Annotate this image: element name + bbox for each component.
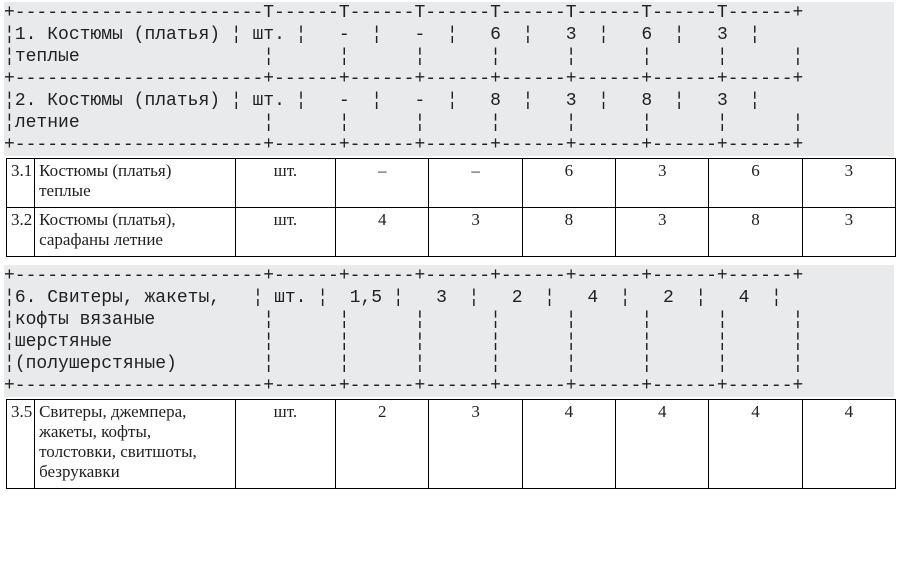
cell: 3 bbox=[429, 400, 522, 489]
table-row: ¦летние ¦ ¦ ¦ ¦ ¦ ¦ ¦ ¦ bbox=[4, 113, 803, 133]
cell: 4 bbox=[739, 288, 750, 308]
table-row: 3.2 Костюмы (платья),сарафаны летние шт.… bbox=[7, 208, 896, 257]
cell: 4 bbox=[336, 208, 429, 257]
cell: 2 bbox=[512, 288, 523, 308]
row-num: 3.2 bbox=[7, 208, 35, 257]
cell: - bbox=[339, 25, 350, 45]
cell: - bbox=[415, 91, 426, 111]
cell: 4 bbox=[587, 288, 598, 308]
cell: 3 bbox=[429, 208, 522, 257]
row-name-cont: летние bbox=[15, 113, 80, 133]
divider-line: +-----------------------+------+------+-… bbox=[4, 266, 803, 286]
row-name: Костюмы (платья) bbox=[47, 91, 220, 111]
row-name: Свитеры, жакеты, bbox=[47, 288, 220, 308]
cell: 8 bbox=[522, 208, 615, 257]
cell: 3 bbox=[566, 25, 577, 45]
table-row: ¦6. Свитеры, жакеты, ¦ шт. ¦ 1,5 ¦ 3 ¦ 2… bbox=[4, 288, 782, 308]
divider-line: +-----------------------+------+------+-… bbox=[4, 69, 803, 89]
cell: 4 bbox=[802, 400, 895, 489]
row-unit: шт. bbox=[252, 25, 284, 45]
cell: 3 bbox=[616, 208, 709, 257]
cell: 4 bbox=[616, 400, 709, 489]
cell: 6 bbox=[490, 25, 501, 45]
table-row: 3.1 Костюмы (платья)теплые шт. – – 6 3 6… bbox=[7, 159, 896, 208]
row-name-cont: теплые bbox=[15, 47, 80, 67]
cell: 6 bbox=[522, 159, 615, 208]
cell: 3 bbox=[802, 159, 895, 208]
cell: 1,5 bbox=[350, 288, 382, 308]
row-unit: шт. bbox=[235, 208, 335, 257]
row-num: 3.5 bbox=[7, 400, 35, 489]
cell: 3 bbox=[717, 25, 728, 45]
table-row: ¦1. Костюмы (платья) ¦ шт. ¦ - ¦ - ¦ 6 ¦… bbox=[4, 25, 760, 45]
row-name: Костюмы (платья) bbox=[47, 25, 220, 45]
row-name: Свитеры, джемпера, жакеты, кофты, толсто… bbox=[35, 400, 236, 489]
cell: 3 bbox=[802, 208, 895, 257]
table-row: ¦теплые ¦ ¦ ¦ ¦ ¦ ¦ ¦ ¦ bbox=[4, 47, 803, 67]
row-name-cont: (полушерстяные) bbox=[15, 354, 177, 374]
row-num: 1. bbox=[15, 25, 37, 45]
row-name-cont: шерстяные bbox=[15, 332, 112, 352]
row-unit: шт. bbox=[252, 91, 284, 111]
cell: 4 bbox=[709, 400, 802, 489]
cell: – bbox=[429, 159, 522, 208]
cell: 8 bbox=[490, 91, 501, 111]
cell: - bbox=[339, 91, 350, 111]
cell: 3 bbox=[717, 91, 728, 111]
row-unit: шт. bbox=[235, 400, 335, 489]
table-row: ¦кофты вязаные ¦ ¦ ¦ ¦ ¦ ¦ ¦ ¦ bbox=[4, 310, 803, 330]
ascii-table-mid: +-----------------------+------+------+-… bbox=[4, 265, 894, 397]
table-row: ¦(полушерстяные) ¦ ¦ ¦ ¦ ¦ ¦ ¦ ¦ bbox=[4, 354, 803, 374]
row-name-cont: кофты вязаные bbox=[15, 310, 155, 330]
ascii-table-top: +-----------------------T------T------T-… bbox=[4, 2, 894, 156]
table-row: ¦2. Костюмы (платья) ¦ шт. ¦ - ¦ - ¦ 8 ¦… bbox=[4, 91, 760, 111]
cell: 6 bbox=[709, 159, 802, 208]
cell: 3 bbox=[616, 159, 709, 208]
cell: 3 bbox=[436, 288, 447, 308]
cell: 6 bbox=[641, 25, 652, 45]
cell: 8 bbox=[709, 208, 802, 257]
cell: 3 bbox=[566, 91, 577, 111]
row-unit: шт. bbox=[235, 159, 335, 208]
divider-line: +-----------------------T------T------T-… bbox=[4, 3, 803, 23]
cell: 4 bbox=[522, 400, 615, 489]
row-unit: шт. bbox=[274, 288, 306, 308]
row-name: Костюмы (платья),сарафаны летние bbox=[35, 208, 236, 257]
row-num: 6. bbox=[15, 288, 37, 308]
cell: – bbox=[336, 159, 429, 208]
row-name: Костюмы (платья)теплые bbox=[35, 159, 236, 208]
table-row: 3.5 Свитеры, джемпера, жакеты, кофты, то… bbox=[7, 400, 896, 489]
cell: - bbox=[415, 25, 426, 45]
row-num: 2. bbox=[15, 91, 37, 111]
cell: 8 bbox=[641, 91, 652, 111]
cell: 2 bbox=[663, 288, 674, 308]
border-table-3x: 3.1 Костюмы (платья)теплые шт. – – 6 3 6… bbox=[6, 158, 896, 257]
border-table-35: 3.5 Свитеры, джемпера, жакеты, кофты, то… bbox=[6, 399, 896, 489]
divider-line: +-----------------------+------+------+-… bbox=[4, 376, 803, 396]
divider-line: +-----------------------+------+------+-… bbox=[4, 135, 803, 155]
table-row: ¦шерстяные ¦ ¦ ¦ ¦ ¦ ¦ ¦ ¦ bbox=[4, 332, 803, 352]
row-num: 3.1 bbox=[7, 159, 35, 208]
cell: 2 bbox=[336, 400, 429, 489]
